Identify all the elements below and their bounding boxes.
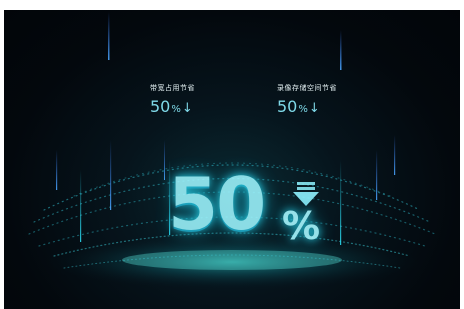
- down-arrow-icon: ↓: [181, 101, 193, 116]
- storage-saving-stat: 录像存储空间节省 50%↓: [277, 83, 337, 116]
- bandwidth-saving-label: 带宽占用节省: [150, 84, 195, 92]
- storage-saving-number: 50: [277, 97, 298, 116]
- hero-percent-sign: %: [282, 204, 321, 248]
- bandwidth-saving-unit: %: [171, 104, 181, 115]
- storage-saving-label: 录像存储空间节省: [277, 84, 337, 92]
- storage-saving-unit: %: [298, 104, 308, 115]
- floor-highlight: [122, 250, 342, 270]
- banner: 带宽占用节省 50%↓ 录像存储空间节省 50%↓ 50 %: [4, 10, 460, 309]
- down-arrow-icon: ↓: [308, 101, 320, 116]
- hero-number: 50: [168, 162, 266, 246]
- background-scene: [28, 12, 436, 290]
- bandwidth-saving-stat: 带宽占用节省 50%↓: [150, 83, 195, 116]
- storage-saving-value: 50%↓: [277, 97, 337, 116]
- bandwidth-saving-number: 50: [150, 97, 171, 116]
- bandwidth-saving-value: 50%↓: [150, 97, 195, 116]
